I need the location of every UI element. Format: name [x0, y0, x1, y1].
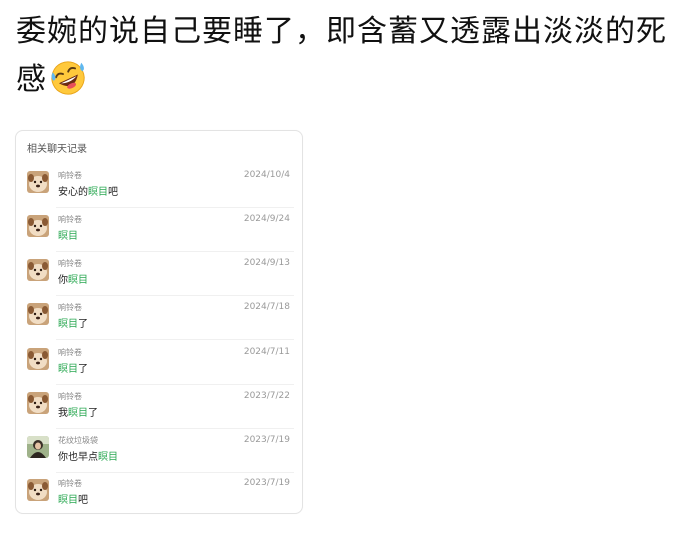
- sender-name: 响铃卷: [58, 215, 82, 224]
- message-text-before: 我: [58, 408, 68, 419]
- chat-message-row[interactable]: 响铃卷 2023/7/19 瞑目吧: [16, 472, 302, 513]
- message-text: 瞑目了: [58, 360, 88, 375]
- avatar: [27, 436, 49, 458]
- chat-message-row[interactable]: 响铃卷 2024/7/11 瞑目了: [16, 341, 302, 385]
- avatar: [27, 479, 49, 501]
- message-text-before: 安心的: [58, 187, 88, 198]
- message-text-after: 吧: [78, 495, 88, 506]
- chat-message-row[interactable]: 响铃卷 2024/9/24 瞑目: [16, 208, 302, 252]
- message-keyword-highlight: 瞑目: [58, 231, 78, 242]
- avatar: [27, 215, 49, 237]
- row-divider: [56, 339, 294, 340]
- message-text: 你也早点瞑目: [58, 448, 118, 463]
- message-date: 2024/9/24: [243, 214, 290, 224]
- message-text-before: 你: [58, 275, 68, 286]
- avatar: [27, 171, 49, 193]
- sender-name: 花纹垃圾袋: [58, 436, 98, 445]
- post-text-content: 委婉的说自己要睡了，即含蓄又透露出淡淡的死感: [16, 14, 667, 97]
- sender-name: 响铃卷: [58, 348, 82, 357]
- chat-message-row[interactable]: 响铃卷 2024/7/18 瞑目了: [16, 296, 302, 340]
- message-text-before: 你也早点: [58, 452, 98, 463]
- message-keyword-highlight: 瞑目: [58, 364, 78, 375]
- rolling-on-floor-laughing-emoji-icon: [51, 61, 85, 95]
- message-text: 瞑目: [58, 227, 78, 242]
- message-keyword-highlight: 瞑目: [58, 495, 78, 506]
- message-keyword-highlight: 瞑目: [58, 319, 78, 330]
- message-date: 2024/9/13: [243, 258, 290, 268]
- message-keyword-highlight: 瞑目: [98, 452, 118, 463]
- message-text: 我瞑目了: [58, 404, 98, 419]
- message-text-after: 了: [78, 319, 88, 330]
- message-text: 安心的瞑目吧: [58, 183, 118, 198]
- post-text: 委婉的说自己要睡了，即含蓄又透露出淡淡的死感: [16, 8, 676, 104]
- message-date: 2024/7/18: [243, 302, 290, 312]
- message-date: 2023/7/19: [243, 478, 290, 488]
- chat-message-row[interactable]: 响铃卷 2024/10/4 安心的瞑目吧: [16, 164, 302, 208]
- avatar: [27, 348, 49, 370]
- message-date: 2023/7/22: [243, 391, 290, 401]
- message-text-after: 了: [88, 408, 98, 419]
- chat-message-row[interactable]: 花纹垃圾袋 2023/7/19 你也早点瞑目: [16, 429, 302, 473]
- message-text: 你瞑目: [58, 271, 88, 286]
- chat-message-row[interactable]: 响铃卷 2024/9/13 你瞑目: [16, 252, 302, 296]
- message-text: 瞑目了: [58, 315, 88, 330]
- avatar: [27, 303, 49, 325]
- message-date: 2024/7/11: [243, 347, 290, 357]
- message-text-after: 了: [78, 364, 88, 375]
- sender-name: 响铃卷: [58, 479, 82, 488]
- avatar: [27, 259, 49, 281]
- message-keyword-highlight: 瞑目: [68, 408, 88, 419]
- sender-name: 响铃卷: [58, 259, 82, 268]
- sender-name: 响铃卷: [58, 171, 82, 180]
- chat-message-row[interactable]: 响铃卷 2023/7/22 我瞑目了: [16, 385, 302, 429]
- message-date: 2024/10/4: [243, 170, 290, 180]
- message-text: 瞑目吧: [58, 491, 88, 506]
- avatar: [27, 392, 49, 414]
- message-date: 2023/7/19: [243, 435, 290, 445]
- card-title: 相关聊天记录: [27, 144, 87, 155]
- chat-history-card: 相关聊天记录 响铃卷 2024/10/4 安心的瞑目吧 响铃卷 2024/9/24 瞑目响…: [15, 130, 303, 514]
- message-keyword-highlight: 瞑目: [88, 187, 108, 198]
- message-keyword-highlight: 瞑目: [68, 275, 88, 286]
- message-text-after: 吧: [108, 187, 118, 198]
- sender-name: 响铃卷: [58, 392, 82, 401]
- sender-name: 响铃卷: [58, 303, 82, 312]
